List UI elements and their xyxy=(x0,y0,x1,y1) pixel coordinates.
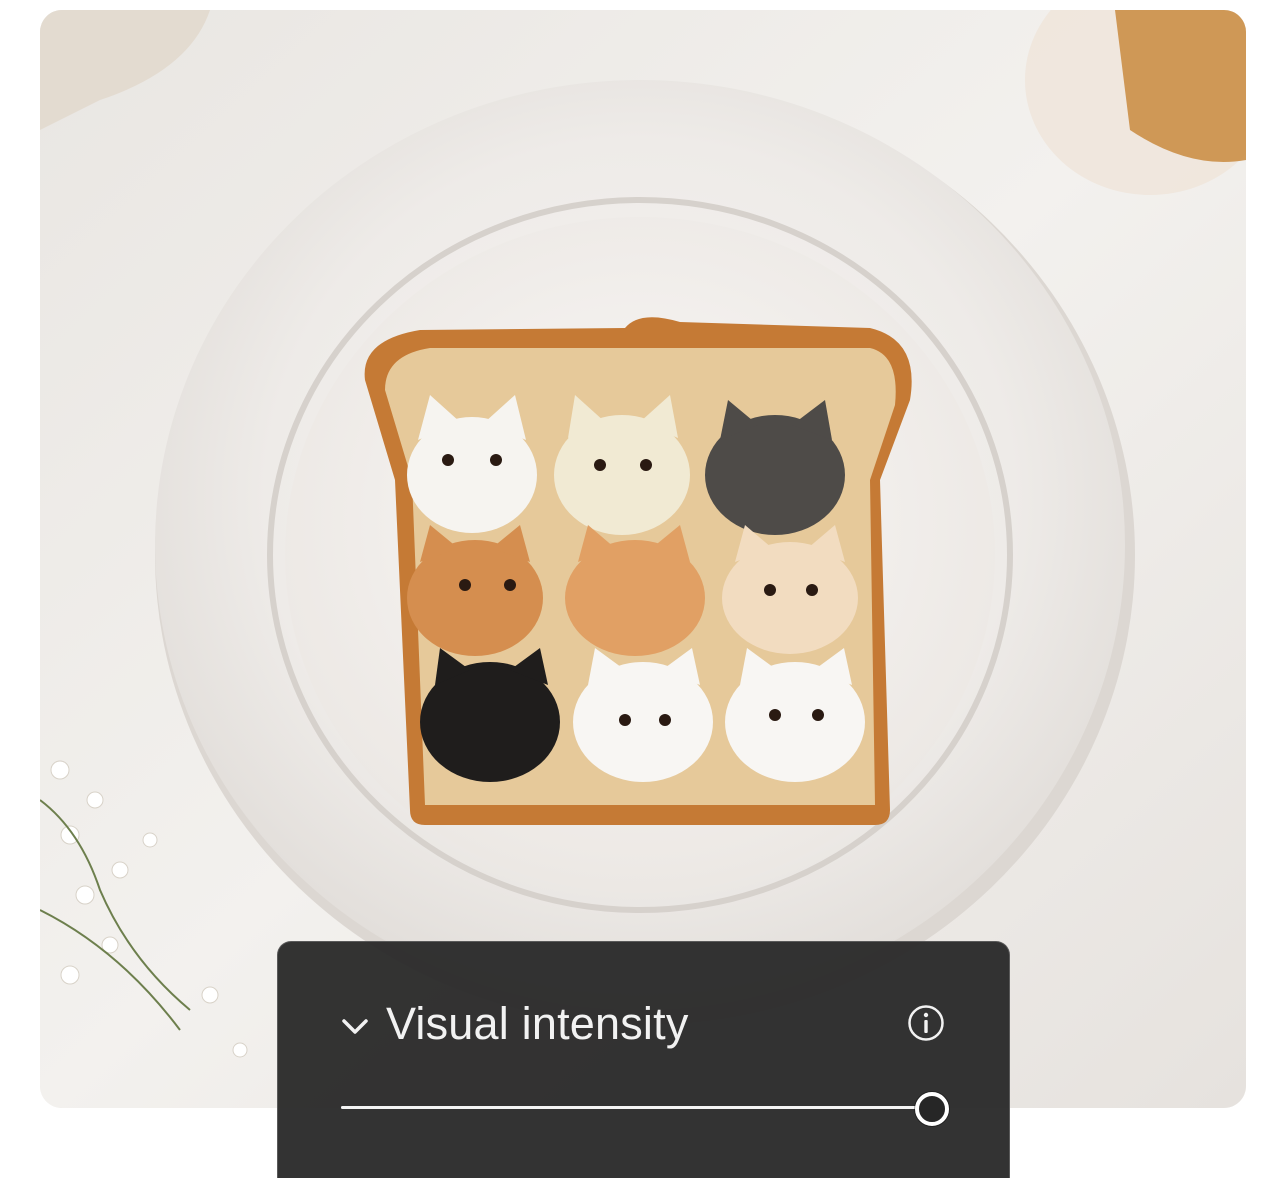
slider-fill xyxy=(341,1106,931,1109)
info-icon[interactable] xyxy=(907,1004,945,1042)
panel-title: Visual intensity xyxy=(386,998,689,1049)
visual-intensity-slider[interactable] xyxy=(341,1090,949,1126)
chevron-down-icon[interactable] xyxy=(338,1010,372,1044)
visual-intensity-panel: Visual intensity xyxy=(277,941,1010,1178)
visual-intensity-header[interactable]: Visual intensity xyxy=(338,998,949,1050)
slider-thumb[interactable] xyxy=(915,1092,949,1126)
